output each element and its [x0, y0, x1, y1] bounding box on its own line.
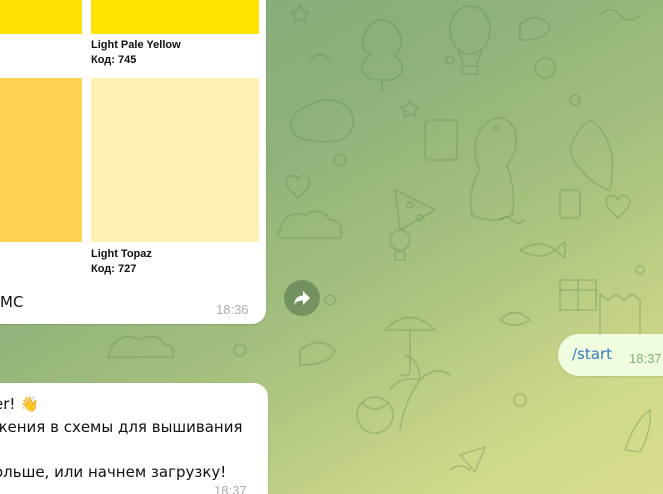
outgoing-message: /start 18:37: [558, 334, 663, 376]
forward-button[interactable]: [284, 280, 320, 316]
palette-message: Light Pale Yellow Код: 745 Light Topaz К…: [0, 0, 266, 324]
message-caption: МС: [0, 293, 24, 311]
color-swatch-light-pale-yellow[interactable]: [91, 0, 259, 34]
command-link[interactable]: /start: [572, 345, 612, 363]
swatch-code: Код: 727: [91, 263, 137, 275]
message-line: ольше, или начнем загрузку!: [0, 463, 227, 481]
message-line: жения в схемы для вышивания: [0, 418, 243, 436]
message-line: er! 👋: [0, 395, 39, 413]
forward-icon: [294, 291, 310, 305]
message-time: 18:37: [214, 483, 247, 494]
message-time: 18:36: [216, 302, 249, 317]
swatch-code: Код: 745: [91, 54, 137, 66]
message-time: 18:37: [629, 351, 662, 366]
greeting-message: er! 👋 жения в схемы для вышивания ольше,…: [0, 383, 268, 494]
swatch-name: Light Pale Yellow: [91, 39, 181, 51]
color-swatch[interactable]: [0, 0, 82, 34]
color-swatch-light-topaz[interactable]: [91, 78, 259, 242]
color-swatch[interactable]: [0, 78, 82, 242]
swatch-name: Light Topaz: [91, 248, 152, 260]
